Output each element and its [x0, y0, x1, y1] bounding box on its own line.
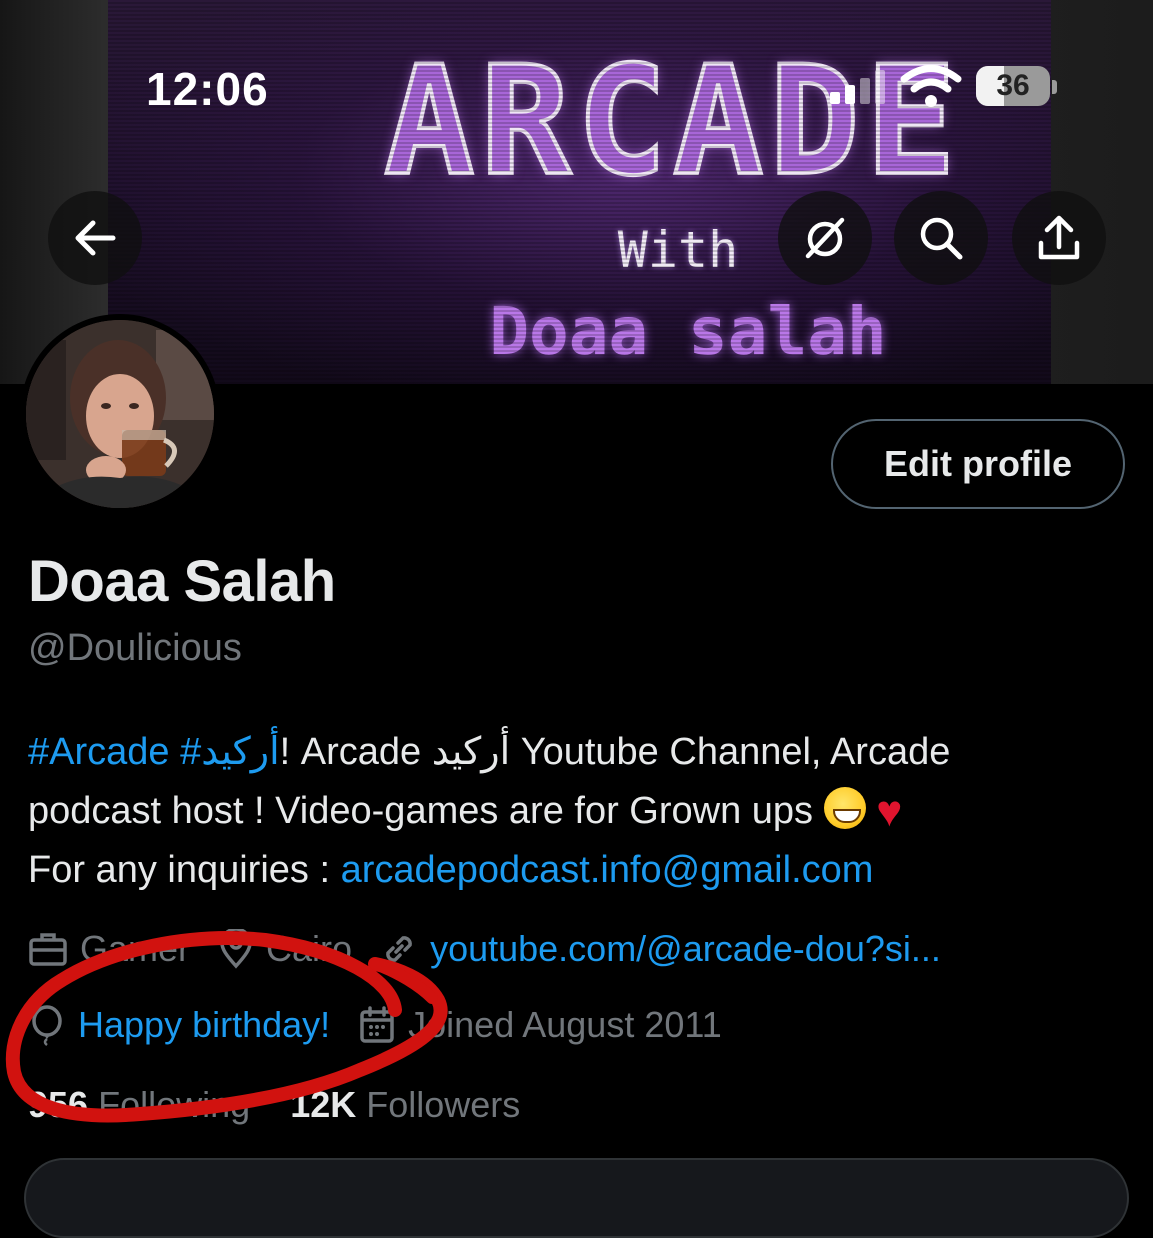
calendar-icon	[360, 1006, 394, 1043]
display-name: Doaa Salah	[28, 549, 336, 614]
search-button[interactable]	[894, 191, 988, 285]
meta-job-text: Gamer	[80, 928, 191, 969]
meta-birthday-text[interactable]: Happy birthday!	[78, 1004, 330, 1046]
followers-label: Followers	[366, 1084, 521, 1125]
following-count: 956	[28, 1084, 89, 1125]
balloon-icon	[32, 1005, 62, 1046]
edit-profile-button[interactable]: Edit profile	[831, 419, 1125, 509]
bottom-card[interactable]	[24, 1158, 1129, 1238]
bio-line-1: #Arcade #أركيد! Arcade أركيد Youtube Cha…	[28, 723, 1128, 782]
profile-banner[interactable]: ARCADE With Doaa salah	[108, 0, 1051, 384]
banner-subtitle: With	[617, 221, 739, 279]
profile-bio: #Arcade #أركيد! Arcade أركيد Youtube Cha…	[28, 723, 1128, 900]
arrow-left-icon	[75, 220, 116, 256]
meta-birthday[interactable]: Happy birthday!	[28, 1004, 330, 1046]
slashed-circle-icon	[805, 217, 845, 259]
following-label: Following	[98, 1084, 251, 1125]
wifi-icon	[900, 64, 962, 108]
meta-joined-text: Joined August 2011	[408, 1004, 722, 1045]
bio-line-2: podcast host ! Video-games are for Grown…	[28, 782, 1128, 841]
meta-joined: Joined August 2011	[358, 1004, 722, 1046]
location-pin-icon	[220, 929, 252, 969]
meta-location-text: Cairo	[266, 928, 353, 969]
banner-name: Doaa salah	[489, 293, 887, 370]
share-icon	[1038, 215, 1080, 260]
bio-line-2-text: podcast host ! Video-games are for Grown…	[28, 790, 814, 832]
back-button[interactable]	[48, 191, 142, 285]
battery-level: 36	[996, 69, 1030, 102]
battery-indicator: 36	[976, 66, 1050, 106]
briefcase-icon	[29, 933, 67, 966]
user-handle: @Doulicious	[28, 627, 242, 669]
bio-line-3-text: For any inquiries :	[28, 849, 341, 891]
battery-nub	[1052, 80, 1057, 94]
status-time: 12:06	[146, 63, 269, 115]
profile-meta-row-2: Happy birthday! Joined August 2011	[28, 1000, 750, 1050]
hashtag-arcade-arabic[interactable]: #أركيد	[180, 731, 280, 773]
meta-website-link[interactable]: youtube.com/@arcade-dou?si...	[430, 928, 941, 970]
follow-stats: 956 Following 12K Followers	[28, 1084, 520, 1126]
avatar[interactable]	[20, 314, 220, 514]
meta-location: Cairo	[218, 928, 352, 970]
grinning-face-icon	[823, 787, 866, 829]
followers-link[interactable]: 12K Followers	[290, 1084, 520, 1125]
red-heart-icon: ♥	[876, 787, 903, 836]
search-icon	[920, 217, 963, 260]
meta-job: Gamer	[28, 928, 190, 970]
bio-line-3: For any inquiries : arcadepodcast.info@g…	[28, 841, 1128, 900]
followers-count: 12K	[290, 1084, 357, 1125]
profile-meta-row: Gamer Cairo youtube.com/@arcade-dou?si..…	[28, 924, 969, 974]
bio-line-1-text: ! Arcade أركيد Youtube Channel, Arcade	[279, 731, 951, 773]
bio-email-link[interactable]: arcadepodcast.info@gmail.com	[341, 849, 874, 891]
avatar-photo	[26, 320, 214, 508]
grok-button[interactable]	[778, 191, 872, 285]
link-icon	[386, 936, 412, 962]
hashtag-arcade[interactable]: #Arcade	[28, 731, 170, 773]
meta-website[interactable]: youtube.com/@arcade-dou?si...	[380, 928, 941, 970]
cellular-signal-icon	[830, 70, 890, 104]
following-link[interactable]: 956 Following	[28, 1084, 250, 1125]
share-button[interactable]	[1012, 191, 1106, 285]
